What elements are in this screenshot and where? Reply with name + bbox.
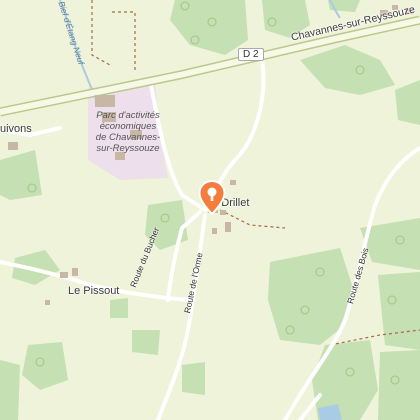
d2-road-shield: D 2 — [238, 48, 264, 61]
map-pin-icon — [198, 180, 226, 216]
place-label-le-pissout: Le Pissout — [68, 285, 120, 297]
map-canvas[interactable]: D 2 Chavannes-sur-Reyssouze uivons Le Dr… — [0, 0, 420, 420]
business-park-label: Parc d'activités économiques de Chavanne… — [95, 110, 161, 154]
location-marker[interactable] — [198, 180, 226, 216]
place-label-west: uivons — [0, 123, 32, 135]
